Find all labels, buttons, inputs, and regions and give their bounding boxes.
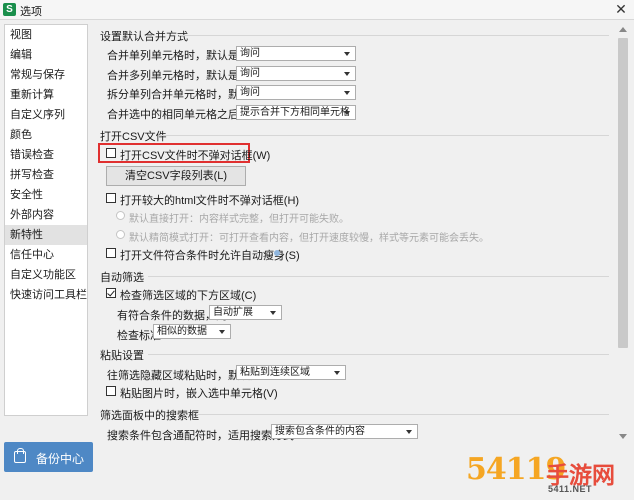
html-no-dialog-label: 打开较大的html文件时不弹对话框(H) xyxy=(120,195,300,207)
check-below-filter-checkbox[interactable] xyxy=(106,288,116,298)
auto-slim-label: 打开文件符合条件时允许自动瘦身(S) xyxy=(120,250,300,262)
csv-no-dialog-checkbox[interactable] xyxy=(106,148,116,158)
clear-csv-fields-button[interactable]: 清空CSV字段列表(L) xyxy=(106,166,246,186)
select-value: 询问 xyxy=(240,48,260,59)
backup-center-button[interactable]: 备份中心 xyxy=(4,442,93,472)
section-divider xyxy=(196,414,609,415)
select-value: 自动扩展 xyxy=(213,307,253,318)
scroll-down-icon[interactable] xyxy=(619,434,627,439)
section-title-merge: 设置默认合并方式 xyxy=(100,31,188,43)
section-divider xyxy=(148,276,609,277)
sidebar-item[interactable]: 快速访问工具栏 xyxy=(5,285,87,305)
criteria-select[interactable]: 相似的数据 xyxy=(153,324,231,339)
merge-single-col-select[interactable]: 询问 xyxy=(236,46,356,61)
sidebar-item[interactable]: 外部内容 xyxy=(5,205,87,225)
split-merge-select[interactable]: 询问 xyxy=(236,85,356,100)
sidebar-item[interactable]: 颜色 xyxy=(5,125,87,145)
csv-no-dialog-label: 打开CSV文件时不弹对话框(W) xyxy=(120,150,271,162)
title-bar: S 选项 ✕ xyxy=(0,0,634,20)
chevron-down-icon xyxy=(344,111,350,115)
slim-open-radio xyxy=(116,230,125,239)
select-value: 搜索包含条件的内容 xyxy=(275,426,365,437)
direct-open-radio xyxy=(116,211,125,220)
chevron-down-icon xyxy=(344,72,350,76)
sidebar-item[interactable]: 自定义序列 xyxy=(5,105,87,125)
scroll-up-icon[interactable] xyxy=(619,27,627,32)
paste-image-label: 粘贴图片时，嵌入选中单元格(V) xyxy=(120,388,278,400)
window-title: 选项 xyxy=(20,6,42,18)
section-divider xyxy=(179,35,609,36)
merge-row-label: 合并多列单元格时，默认是 xyxy=(107,70,239,82)
close-icon[interactable]: ✕ xyxy=(613,1,629,18)
select-value: 询问 xyxy=(240,68,260,79)
chevron-down-icon xyxy=(344,52,350,56)
section-divider xyxy=(159,135,609,136)
paste-image-checkbox[interactable] xyxy=(106,386,116,396)
backup-icon xyxy=(14,448,26,463)
chevron-down-icon xyxy=(406,430,412,434)
options-sidebar: 视图 编辑 常规与保存 重新计算 自定义序列 颜色 错误检查 拼写检查 安全性 外部内容 新特性 信任… xyxy=(4,24,88,416)
watermark-url: 5411.NET xyxy=(548,484,593,494)
merge-row-label: 合并选中的相同单元格之后， xyxy=(107,109,250,121)
chevron-down-icon xyxy=(334,371,340,375)
chevron-down-icon xyxy=(344,91,350,95)
merge-same-cells-select[interactable]: 提示合并下方相同单元格 xyxy=(236,105,356,120)
sidebar-item[interactable]: 视图 xyxy=(5,25,87,45)
options-content: 设置默认合并方式 合并单列单元格时，默认是 询问 合并多列单元格时，默认是 询问… xyxy=(93,24,613,444)
scrollbar-thumb[interactable] xyxy=(618,38,628,348)
match-action-select[interactable]: 自动扩展 xyxy=(209,305,282,320)
scrollbar[interactable] xyxy=(616,24,630,442)
sidebar-item[interactable]: 错误检查 xyxy=(5,145,87,165)
merge-row-label: 合并单列单元格时，默认是 xyxy=(107,50,239,62)
paste-hidden-select[interactable]: 粘贴到连续区域 xyxy=(236,365,346,380)
select-value: 提示合并下方相同单元格 xyxy=(240,107,350,118)
section-title-autofilter: 自动筛选 xyxy=(100,272,144,284)
wildcard-search-label: 搜索条件包含通配符时，适用搜索方式: xyxy=(107,430,298,442)
chevron-down-icon xyxy=(270,311,276,315)
section-title-paste: 粘贴设置 xyxy=(100,350,144,362)
select-value: 询问 xyxy=(240,87,260,98)
sidebar-item[interactable]: 自定义功能区 xyxy=(5,265,87,285)
watermark-logo: 54119 手游网 5411.NET xyxy=(466,450,634,500)
sidebar-item[interactable]: 拼写检查 xyxy=(5,165,87,185)
section-divider xyxy=(148,354,609,355)
merge-multi-col-select[interactable]: 询问 xyxy=(236,66,356,81)
section-title-search: 筛选面板中的搜索框 xyxy=(100,410,199,422)
sidebar-item[interactable]: 编辑 xyxy=(5,45,87,65)
sidebar-item[interactable]: 信任中心 xyxy=(5,245,87,265)
select-value: 粘贴到连续区域 xyxy=(240,367,310,378)
app-logo-icon: S xyxy=(3,3,16,16)
sidebar-item[interactable]: 新特性 xyxy=(5,225,87,245)
check-below-filter-label: 检查筛选区域的下方区域(C) xyxy=(120,290,257,302)
chevron-down-icon xyxy=(219,330,225,334)
sidebar-item[interactable]: 常规与保存 xyxy=(5,65,87,85)
auto-slim-checkbox[interactable] xyxy=(106,248,116,258)
slim-open-label: 默认精简模式打开：可打开查看内容，但打开速度较慢，样式等元素可能会丢失。 xyxy=(129,233,489,244)
info-icon[interactable] xyxy=(274,250,280,256)
wildcard-search-select[interactable]: 搜索包含条件的内容 xyxy=(271,424,418,439)
backup-center-label: 备份中心 xyxy=(36,452,85,466)
section-title-csv: 打开CSV文件 xyxy=(100,131,167,143)
select-value: 相似的数据 xyxy=(157,326,207,337)
html-no-dialog-checkbox[interactable] xyxy=(106,193,116,203)
sidebar-item[interactable]: 重新计算 xyxy=(5,85,87,105)
direct-open-label: 默认直接打开：内容样式完整，但打开可能失败。 xyxy=(129,214,349,225)
sidebar-item[interactable]: 安全性 xyxy=(5,185,87,205)
